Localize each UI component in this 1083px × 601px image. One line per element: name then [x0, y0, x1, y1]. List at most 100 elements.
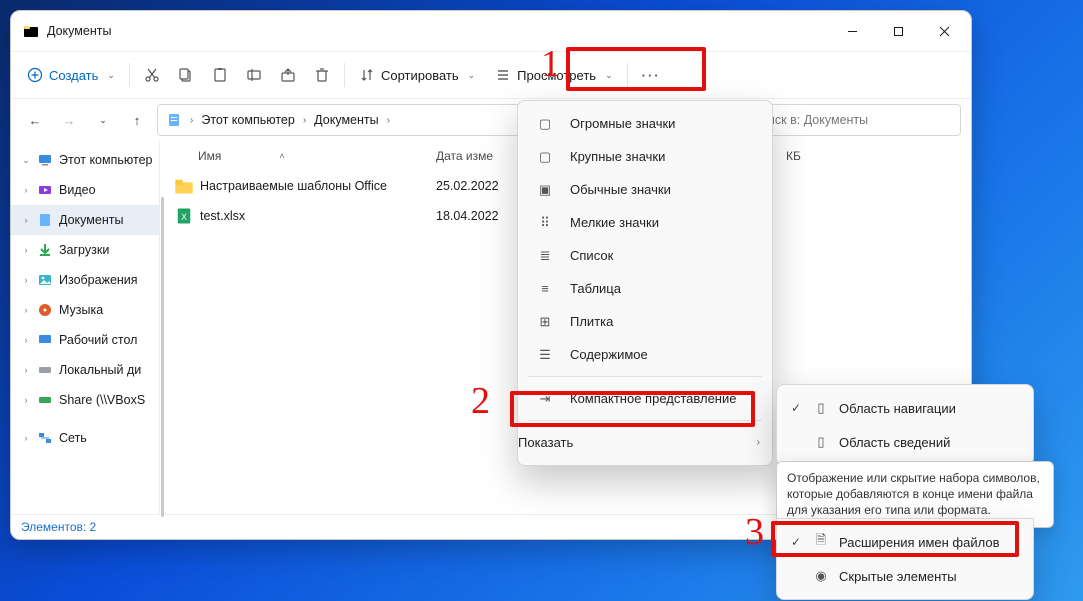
sidebar-label: Музыка: [59, 303, 103, 317]
sidebar-item-desktop[interactable]: ›Рабочий стол: [11, 325, 159, 355]
annotation-box-3: [771, 521, 1019, 557]
sidebar-item-share[interactable]: ›Share (\\VBoxS: [11, 385, 159, 415]
menu-divider: [528, 376, 762, 377]
show-submenu: ✓▯Область навигации ▯ Область сведений: [776, 384, 1034, 466]
col-name[interactable]: Имя: [198, 149, 221, 163]
menu-label: Показать: [518, 435, 573, 450]
rename-button[interactable]: [238, 58, 270, 92]
menu-label: Таблица: [570, 281, 621, 296]
network-icon: [37, 430, 53, 446]
paste-button[interactable]: [204, 58, 236, 92]
grid-icon: ▢: [536, 149, 554, 165]
sidebar-item-video[interactable]: ›Видео: [11, 175, 159, 205]
menu-extra-large-icons[interactable]: ▢ Огромные значки: [518, 107, 772, 140]
folder-icon: [174, 176, 194, 196]
col-size[interactable]: КБ: [786, 149, 836, 163]
sidebar-label: Документы: [59, 213, 123, 227]
menu-label: Огромные значки: [570, 116, 675, 131]
nav-pane[interactable]: ⌄ Этот компьютер ›Видео ›Документы ›Загр…: [11, 141, 160, 514]
sidebar-item-documents[interactable]: ›Документы: [11, 205, 159, 235]
copy-button[interactable]: [170, 58, 202, 92]
new-label: Создать: [49, 68, 98, 83]
pane-icon: ▯: [813, 434, 829, 450]
recent-button[interactable]: ⌄: [89, 106, 117, 134]
delete-button[interactable]: [306, 58, 338, 92]
submenu-label: Область сведений: [839, 435, 950, 450]
up-button[interactable]: ↑: [123, 106, 151, 134]
maximize-button[interactable]: [875, 11, 921, 51]
chevron-right-icon: ›: [387, 115, 390, 126]
annotation-number-3: 3: [745, 510, 764, 554]
menu-small-icons[interactable]: ⠿ Мелкие значки: [518, 206, 772, 239]
chevron-right-icon: ›: [303, 115, 306, 126]
svg-text:X: X: [181, 212, 187, 222]
sidebar-item-localdisk[interactable]: ›Локальный ди: [11, 355, 159, 385]
chevron-down-icon: ⌄: [468, 70, 476, 81]
pane-icon: ▯: [813, 400, 829, 416]
share-button[interactable]: [272, 58, 304, 92]
status-count-label: Элементов:: [21, 520, 86, 534]
sidebar-network[interactable]: ›Сеть: [11, 423, 159, 453]
disk-icon: [37, 362, 53, 378]
status-count: 2: [90, 520, 97, 534]
window-controls: [829, 11, 967, 51]
close-button[interactable]: [921, 11, 967, 51]
new-button[interactable]: Создать⌄: [19, 58, 123, 92]
sidebar-label: Локальный ди: [59, 363, 141, 377]
download-icon: [37, 242, 53, 258]
menu-tiles[interactable]: ⊞ Плитка: [518, 305, 772, 338]
submenu-nav-pane[interactable]: ✓▯Область навигации: [777, 391, 1033, 425]
file-name: test.xlsx: [200, 209, 436, 223]
chevron-right-icon: ›: [757, 437, 760, 448]
netdisk-icon: [37, 392, 53, 408]
sort-caret-icon: ˄: [279, 151, 284, 161]
sidebar-item-downloads[interactable]: ›Загрузки: [11, 235, 159, 265]
cut-button[interactable]: [136, 58, 168, 92]
grid-icon: ▣: [536, 182, 554, 198]
menu-label: Мелкие значки: [570, 215, 659, 230]
picture-icon: [37, 272, 53, 288]
sidebar-label: Сеть: [59, 431, 87, 445]
menu-content[interactable]: ☰Содержимое: [518, 338, 772, 371]
submenu-hidden-items[interactable]: ◉Скрытые элементы: [777, 559, 1033, 593]
menu-label: Плитка: [570, 314, 613, 329]
submenu-details-pane[interactable]: ▯ Область сведений: [777, 425, 1033, 459]
sidebar-label: Рабочий стол: [59, 333, 137, 347]
sidebar-item-pictures[interactable]: ›Изображения: [11, 265, 159, 295]
separator: [129, 63, 130, 87]
doc-icon: [37, 212, 53, 228]
submenu-label: Скрытые элементы: [839, 569, 957, 584]
crumb-current[interactable]: Документы: [310, 111, 382, 129]
annotation-box-1: [566, 47, 706, 91]
pc-icon: [37, 152, 53, 168]
file-name: Настраиваемые шаблоны Office: [200, 179, 436, 193]
sidebar-label: Share (\\VBoxS: [59, 393, 145, 407]
grid-icon: ⠿: [536, 215, 554, 231]
music-icon: [37, 302, 53, 318]
separator: [344, 63, 345, 87]
menu-list[interactable]: ≣Список: [518, 239, 772, 272]
annotation-number-1: 1: [541, 42, 560, 86]
forward-button[interactable]: →: [55, 106, 83, 134]
sidebar-this-pc[interactable]: ⌄ Этот компьютер: [11, 145, 159, 175]
title-bar: Документы: [11, 11, 971, 51]
sidebar-label: Этот компьютер: [59, 153, 152, 167]
list-icon: ≣: [536, 248, 554, 264]
menu-label: Крупные значки: [570, 149, 665, 164]
back-button[interactable]: ←: [21, 106, 49, 134]
address-bar-row: ← → ⌄ ↑ › Этот компьютер › Документы › П…: [11, 99, 971, 141]
folder-icon: [23, 23, 39, 39]
menu-details[interactable]: ≡Таблица: [518, 272, 772, 305]
minimize-button[interactable]: [829, 11, 875, 51]
desktop-icon: [37, 332, 53, 348]
window-title: Документы: [47, 24, 111, 38]
crumb-root[interactable]: Этот компьютер: [197, 111, 298, 129]
menu-show[interactable]: Показать ›: [518, 426, 772, 459]
toolbar: Создать⌄ Сортировать⌄ Просмотреть⌄ ···: [11, 51, 971, 99]
tiles-icon: ⊞: [536, 314, 554, 330]
sort-button[interactable]: Сортировать⌄: [351, 58, 483, 92]
menu-large-icons[interactable]: ▢ Крупные значки: [518, 140, 772, 173]
menu-medium-icons[interactable]: ▣Обычные значки: [518, 173, 772, 206]
sidebar-item-music[interactable]: ›Музыка: [11, 295, 159, 325]
grid-icon: ▢: [536, 116, 554, 132]
